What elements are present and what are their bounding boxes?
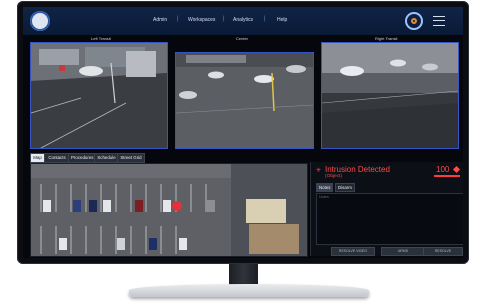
eye-logo-icon (405, 12, 423, 30)
incident-marker[interactable] (172, 201, 182, 211)
tab-contacts[interactable]: Contacts (44, 153, 70, 163)
camera-label-left: Left Transit (91, 36, 111, 41)
alert-score: 100 (436, 165, 450, 174)
app-screen: Admin | Workspaces | Analytics | Help Le… (23, 7, 463, 258)
resolve-video-button[interactable]: RESOLVE VIDEO (331, 247, 375, 256)
nav-help[interactable]: Help (277, 17, 287, 23)
notes-placeholder: Notes (319, 195, 329, 199)
camera-label-right: Right Transit (375, 36, 398, 41)
monitor-stand-neck (229, 264, 258, 285)
top-navigation-bar: Admin | Workspaces | Analytics | Help (23, 7, 463, 35)
nav-workspaces[interactable]: Workspaces (188, 17, 215, 23)
nav-analytics[interactable]: Analytics (233, 17, 253, 23)
notes-textarea[interactable]: Notes (316, 193, 463, 245)
alert-subtitle: (Object) (325, 174, 343, 179)
tab-schedule[interactable]: Schedule (94, 153, 119, 163)
aerial-map[interactable] (30, 163, 308, 257)
tab-map[interactable]: Map (30, 153, 45, 163)
camera-label-center: Center (236, 36, 249, 41)
priority-diamond-icon (452, 165, 461, 174)
alert-icon: ✳ (316, 168, 322, 174)
monitor-stand-base (129, 284, 369, 297)
menu-icon[interactable] (433, 16, 445, 26)
nav-separator: | (177, 16, 179, 22)
logo-icon[interactable] (30, 11, 50, 31)
priority-bar (434, 175, 460, 177)
tab-procedures[interactable]: Procedures (68, 153, 96, 163)
tab-disarm[interactable]: Disarm (335, 183, 355, 192)
alert-panel: ✳ Intrusion Detected (Object) 100 Notes … (310, 162, 463, 256)
arms-button[interactable]: ARMS (381, 247, 425, 256)
nav-separator: | (264, 16, 266, 22)
camera-feed-right[interactable] (321, 42, 459, 149)
alert-title: Intrusion Detected (325, 165, 390, 174)
camera-feed-left[interactable] (30, 42, 168, 149)
tab-notes[interactable]: Notes (316, 183, 334, 192)
camera-feed-center[interactable] (175, 52, 314, 149)
monitor-bezel: Admin | Workspaces | Analytics | Help Le… (17, 1, 469, 264)
nav-admin[interactable]: Admin (153, 17, 167, 23)
resolve-button[interactable]: RESOLVE (423, 247, 463, 256)
tab-street-grid[interactable]: Street Grid (117, 153, 145, 163)
nav-separator: | (223, 16, 225, 22)
